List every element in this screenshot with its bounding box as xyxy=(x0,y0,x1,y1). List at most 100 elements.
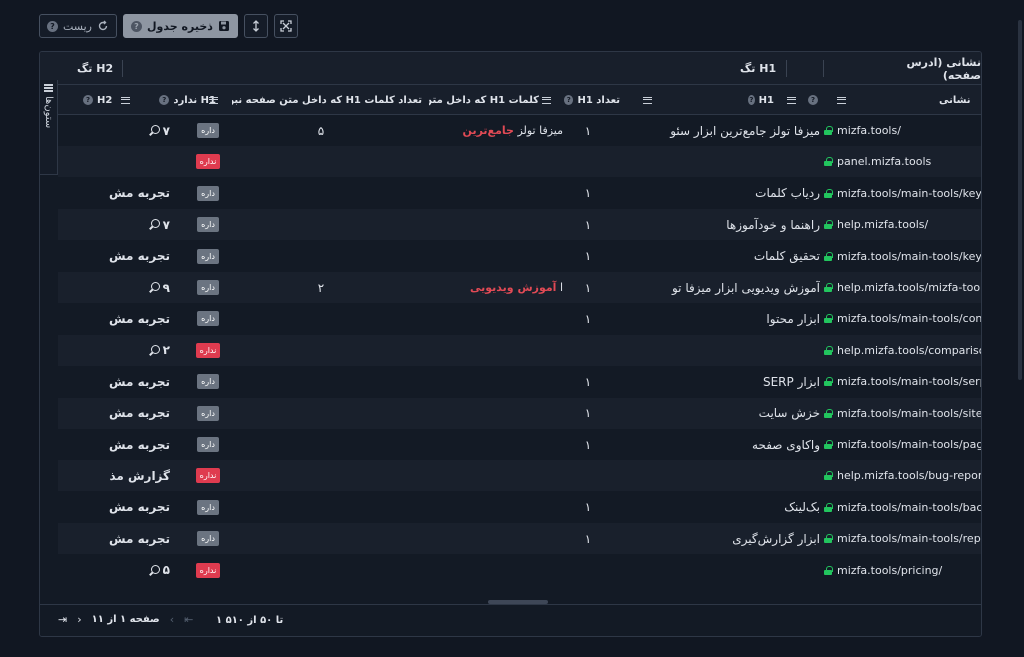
col-h1-count-header[interactable]: تعداد H1 ? xyxy=(564,85,620,115)
table-row[interactable]: help.mizfa.tools/mizfa-tools- آموزش ویدیو… xyxy=(58,272,981,303)
status-badge: نداره xyxy=(195,154,221,170)
h2-value: تجربه مش xyxy=(109,500,170,515)
lock-icon xyxy=(824,408,833,418)
h2-cell[interactable]: ۷ xyxy=(58,209,170,240)
last-page-icon[interactable]: ⇥ xyxy=(58,613,67,626)
address-cell[interactable]: mizfa.tools/main-tools/backli xyxy=(824,492,981,523)
col-address-header[interactable]: نشانی xyxy=(939,85,971,115)
not-in-text-cell xyxy=(306,555,336,586)
col-h1-pin[interactable]: ? xyxy=(808,85,818,115)
status-badge: داره xyxy=(197,499,219,515)
col-h1-label: H1 xyxy=(758,94,774,106)
h1-cell: واکاوی صفحه xyxy=(752,437,820,452)
address-cell[interactable]: help.mizfa.tools/mizfa-tools- xyxy=(824,272,981,303)
lock-icon xyxy=(824,314,833,324)
h1-count-cell: ۱ xyxy=(584,249,592,264)
not-in-text-cell xyxy=(306,303,336,334)
col-menu[interactable] xyxy=(542,85,551,115)
h2-cell[interactable]: ۹ xyxy=(58,272,170,303)
table-row[interactable]: mizfa.tools/main-tools/backli بک‌لینک ۱ دا… xyxy=(58,491,981,523)
zoom-in-icon[interactable] xyxy=(149,564,160,576)
address-cell[interactable]: mizfa.tools/ xyxy=(824,115,981,146)
col-h2-label: H2 xyxy=(97,94,113,106)
group-h2: تگ H2 xyxy=(77,62,114,75)
h1-cell: آموزش ویدیویی ابزار میزفا تو xyxy=(671,280,820,295)
h2-cell[interactable]: ۵ xyxy=(58,555,170,586)
lock-icon xyxy=(824,157,833,167)
save-table-button[interactable]: ? ذخیره جدول xyxy=(123,14,238,38)
table-row[interactable]: help.mizfa.tools/راهنما و خودآموزها ۱ دار… xyxy=(58,209,981,241)
first-page-icon[interactable]: ⇤ xyxy=(184,613,193,626)
col-menu[interactable] xyxy=(121,85,130,115)
has-h1-cell: داره xyxy=(178,272,238,303)
columns-panel-tab[interactable]: ستون‌ها xyxy=(40,80,58,175)
fullscreen-button[interactable] xyxy=(273,14,298,38)
address-cell[interactable]: panel.mizfa.tools xyxy=(824,146,981,177)
col-menu[interactable] xyxy=(837,85,846,115)
prev-page-icon[interactable]: ‹ xyxy=(170,613,174,626)
table-row[interactable]: help.mizfa.tools/comparison- نداره ۲ xyxy=(58,334,981,366)
not-in-text-cell: ۵ xyxy=(317,123,325,138)
col-words-in-text-header[interactable]: کلمات H1 که داخل متن xyxy=(429,85,539,115)
lock-icon xyxy=(824,471,833,481)
next-page-icon[interactable]: › xyxy=(77,613,81,626)
col-h1-header[interactable]: H1 ? xyxy=(748,85,774,115)
table-row[interactable]: help.mizfa.tools/bug-report/ نداره گزارش … xyxy=(58,460,981,492)
table-row[interactable]: mizfa.tools/میزفا تولز جامع‌ترین ابزار س… xyxy=(58,115,981,146)
has-h1-cell: نداره xyxy=(178,460,238,491)
table-row[interactable]: mizfa.tools/main-tools/site-a خزش سایت ۱ د… xyxy=(58,397,981,429)
not-in-text-cell xyxy=(306,460,336,491)
lock-icon xyxy=(824,502,833,512)
zoom-in-icon[interactable] xyxy=(149,219,160,230)
table-row[interactable]: mizfa.tools/main-tools/keyword تحقیق کلما… xyxy=(58,240,981,272)
table-row[interactable]: mizfa.tools/main-tools/page- واکاوی صفحه ۱… xyxy=(58,429,981,460)
address-cell[interactable]: help.mizfa.tools/comparison- xyxy=(824,335,981,366)
table-row[interactable]: mizfa.tools/pricing/ نداره ۵ xyxy=(58,554,981,586)
col-menu[interactable] xyxy=(643,85,652,115)
table-row[interactable]: mizfa.tools/main-tools/report ابزار گزارش… xyxy=(58,523,981,555)
status-badge: داره xyxy=(197,280,219,295)
address-cell[interactable]: mizfa.tools/main-tools/serp-t xyxy=(824,366,981,397)
col-menu[interactable] xyxy=(209,85,218,115)
floppy-disk-icon xyxy=(218,21,229,31)
table-row[interactable]: mizfa.tools/main-tools/keyword ردیاب کلما… xyxy=(58,177,981,209)
h1-words-cell: میزفا تولز جامع‌ترین xyxy=(423,115,563,146)
address-cell[interactable]: mizfa.tools/main-tools/conte xyxy=(824,303,981,334)
h1-cell xyxy=(618,146,820,177)
col-has-h1-header[interactable]: H1 ندارد ? xyxy=(146,85,216,115)
address-cell[interactable]: help.mizfa.tools/bug-report/ xyxy=(824,460,981,491)
reset-button[interactable]: ? ریست xyxy=(39,14,117,38)
address-cell[interactable]: mizfa.tools/main-tools/page- xyxy=(824,429,981,460)
not-in-text-cell xyxy=(306,178,336,209)
address-cell[interactable]: mizfa.tools/main-tools/keyword xyxy=(824,241,981,272)
status-badge: داره xyxy=(197,311,219,327)
address-cell[interactable]: mizfa.tools/pricing/ xyxy=(824,555,981,586)
address-cell[interactable]: mizfa.tools/main-tools/keyword xyxy=(824,178,981,209)
has-h1-cell: نداره xyxy=(178,555,238,586)
col-not-in-text-label: تعداد کلمات H1 که داخل متن صفحه نبوده xyxy=(232,94,422,106)
col-menu[interactable] xyxy=(787,85,796,115)
h1-cell xyxy=(618,335,820,366)
h2-cell[interactable]: ۲ xyxy=(58,335,170,366)
h1-count-cell: ۱ xyxy=(584,186,592,201)
address-cell[interactable]: help.mizfa.tools/ xyxy=(824,209,981,240)
zoom-in-icon[interactable] xyxy=(149,125,160,136)
table-row[interactable]: panel.mizfa.tools نداره xyxy=(58,146,981,178)
h2-cell: تجربه مش xyxy=(58,429,170,460)
h1-words-cell xyxy=(423,178,563,209)
page-vertical-scrollbar[interactable] xyxy=(1018,20,1022,380)
h2-value: ۷ xyxy=(162,217,170,232)
address-cell[interactable]: mizfa.tools/main-tools/site-a xyxy=(824,398,981,429)
table-row[interactable]: mizfa.tools/main-tools/conte ابزار محتوا ۱… xyxy=(58,303,981,335)
sort-toggle-button[interactable] xyxy=(243,14,268,38)
table-row[interactable]: mizfa.tools/main-tools/serp-t ابزار SERP ۱… xyxy=(58,366,981,398)
zoom-in-icon[interactable] xyxy=(149,344,160,356)
status-badge: نداره xyxy=(195,562,221,578)
not-in-text-cell xyxy=(306,241,336,272)
zoom-in-icon[interactable] xyxy=(149,282,160,293)
address-cell[interactable]: mizfa.tools/main-tools/report xyxy=(824,523,981,554)
address-text: mizfa.tools/main-tools/keyword xyxy=(837,186,981,200)
h1-cell: ابزار محتوا xyxy=(766,311,820,326)
col-not-in-text-header[interactable]: تعداد کلمات H1 که داخل متن صفحه نبوده ? xyxy=(232,85,422,115)
h2-cell[interactable]: ۷ xyxy=(58,115,170,146)
